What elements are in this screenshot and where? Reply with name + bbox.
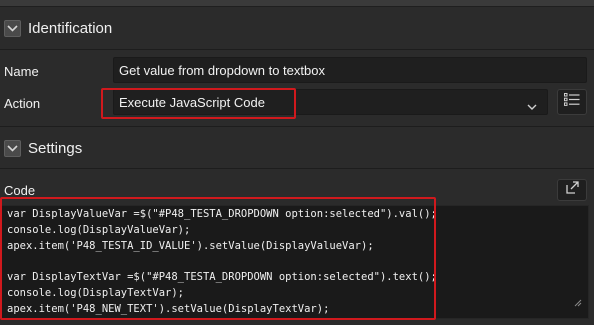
code-line: console.log(DisplayValueVar); [7, 223, 191, 236]
divider [0, 49, 594, 50]
divider [0, 126, 594, 127]
expand-editor-button[interactable] [557, 179, 587, 201]
code-label: Code [4, 183, 36, 198]
code-line: console.log(DisplayTextVar); [7, 286, 185, 299]
settings-title: Settings [28, 139, 83, 157]
top-bar [0, 0, 594, 7]
list-icon [564, 93, 580, 111]
name-input[interactable]: Get value from dropdown to textbox [113, 57, 587, 83]
code-line: var DisplayValueVar =$("#P48_TESTA_DROPD… [7, 208, 437, 220]
identification-title: Identification [28, 19, 113, 37]
chevron-down-icon[interactable] [4, 19, 21, 37]
resize-handle-icon[interactable] [574, 294, 582, 312]
identification-section-header[interactable]: Identification [0, 10, 594, 46]
code-content[interactable]: var DisplayValueVar =$("#P48_TESTA_DROPD… [7, 207, 437, 318]
name-label: Name [4, 64, 39, 79]
divider [0, 168, 594, 169]
action-value: Execute JavaScript Code [119, 94, 265, 110]
expand-icon [565, 181, 579, 199]
list-values-button[interactable] [557, 89, 587, 115]
name-value: Get value from dropdown to textbox [119, 62, 325, 78]
chevron-down-icon[interactable] [4, 139, 21, 157]
chevron-down-icon [527, 99, 537, 114]
action-label: Action [4, 96, 41, 111]
code-line: apex.item('P48_NEW_TEXT').setValue(Displ… [7, 302, 330, 315]
action-select[interactable]: Execute JavaScript Code [113, 89, 548, 115]
code-line: var DisplayTextVar =$("#P48_TESTA_DROPDO… [7, 271, 437, 284]
code-line: apex.item('P48_TESTA_ID_VALUE').setValue… [7, 239, 374, 252]
settings-section-header[interactable]: Settings [0, 130, 594, 166]
